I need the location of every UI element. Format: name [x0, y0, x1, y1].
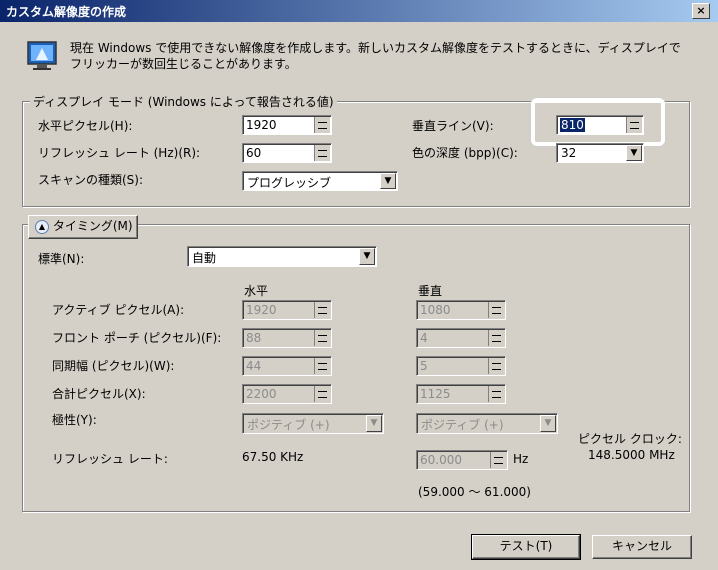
- cancel-button[interactable]: キャンセル: [592, 535, 692, 559]
- polarity-h-select: ポジティブ (+) ▼: [242, 413, 384, 434]
- dropdown-arrow-icon: ▼: [366, 415, 382, 432]
- title-bar: カスタム解像度の作成 ×: [0, 0, 718, 22]
- pixel-clock-label: ピクセル クロック:: [578, 432, 682, 446]
- refresh-rate-label: リフレッシュ レート (Hz)(R):: [38, 146, 201, 160]
- refresh-rate-unit: Hz: [513, 452, 529, 466]
- display-mode-legend: ディスプレイ モード (Windows によって報告される値): [30, 93, 337, 110]
- monitor-info-icon: [26, 40, 58, 72]
- color-depth-select[interactable]: 32 ▼: [556, 143, 644, 163]
- spinner-arrows-icon[interactable]: [314, 117, 330, 133]
- timing-toggle-button[interactable]: ▲ タイミング(M): [28, 215, 138, 239]
- spinner-arrows-icon: [314, 386, 330, 402]
- sync-width-h-spinner: 44: [242, 356, 332, 376]
- dropdown-arrow-icon: ▼: [540, 415, 556, 432]
- spinner-arrows-icon[interactable]: [626, 117, 642, 133]
- column-header-horizontal: 水平: [244, 284, 269, 298]
- timing-refresh-rate-label: リフレッシュ レート:: [52, 452, 168, 466]
- info-text: 現在 Windows で使用できない解像度を作成します。新しいカスタム解像度をテ…: [70, 41, 681, 71]
- spinner-arrows-icon[interactable]: [314, 145, 330, 161]
- column-header-vertical: 垂直: [418, 284, 443, 298]
- horizontal-pixels-spinner[interactable]: 1920: [242, 115, 332, 135]
- dropdown-arrow-icon[interactable]: ▼: [626, 145, 642, 161]
- scan-type-select[interactable]: プログレッシブ ▼: [242, 171, 398, 191]
- test-button[interactable]: テスト(T): [471, 534, 581, 560]
- horizontal-frequency-value: 67.50 KHz: [242, 450, 304, 464]
- refresh-rate-spinner[interactable]: 60: [242, 143, 332, 163]
- active-pixels-v-spinner: 1080: [416, 300, 506, 320]
- front-porch-h-spinner: 88: [242, 328, 332, 348]
- spinner-arrows-icon: [314, 302, 330, 318]
- refresh-rate-v-spinner: 60.000: [416, 450, 508, 470]
- pixel-clock-value: 148.5000 MHz: [588, 448, 675, 462]
- total-pixels-label: 合計ピクセル(X):: [52, 387, 146, 401]
- window-title: カスタム解像度の作成: [6, 5, 127, 19]
- color-depth-label: 色の深度 (bpp)(C):: [412, 146, 518, 160]
- dropdown-arrow-icon[interactable]: ▼: [359, 248, 375, 265]
- active-pixels-h-spinner: 1920: [242, 300, 332, 320]
- front-porch-label: フロント ポーチ (ピクセル)(F):: [52, 331, 222, 345]
- spinner-arrows-icon: [488, 330, 504, 346]
- chevron-up-icon: ▲: [35, 219, 49, 234]
- spinner-arrows-icon: [488, 302, 504, 318]
- spinner-arrows-icon: [314, 330, 330, 346]
- total-pixels-v-spinner: 1125: [416, 384, 506, 404]
- vertical-lines-spinner[interactable]: 810: [556, 115, 644, 135]
- spinner-arrows-icon: [488, 358, 504, 374]
- scan-type-label: スキャンの種類(S):: [38, 173, 144, 187]
- refresh-rate-range: (59.000 〜 61.000): [418, 485, 531, 499]
- sync-width-label: 同期幅 (ピクセル)(W):: [52, 359, 175, 373]
- active-pixels-label: アクティブ ピクセル(A):: [52, 303, 185, 317]
- standard-label: 標準(N):: [38, 252, 85, 266]
- sync-width-v-spinner: 5: [416, 356, 506, 376]
- spinner-arrows-icon: [314, 358, 330, 374]
- dropdown-arrow-icon[interactable]: ▼: [380, 173, 396, 189]
- front-porch-v-spinner: 4: [416, 328, 506, 348]
- vertical-lines-value: 810: [560, 118, 585, 132]
- total-pixels-h-spinner: 2200: [242, 384, 332, 404]
- polarity-label: 極性(Y):: [52, 413, 97, 427]
- vertical-lines-label: 垂直ライン(V):: [412, 119, 494, 133]
- standard-select[interactable]: 自動 ▼: [187, 246, 377, 267]
- horizontal-pixels-label: 水平ピクセル(H):: [38, 119, 133, 133]
- spinner-arrows-icon: [488, 386, 504, 402]
- close-button[interactable]: ×: [692, 3, 710, 19]
- spinner-arrows-icon: [490, 452, 506, 468]
- polarity-v-select: ポジティブ (+) ▼: [416, 413, 558, 434]
